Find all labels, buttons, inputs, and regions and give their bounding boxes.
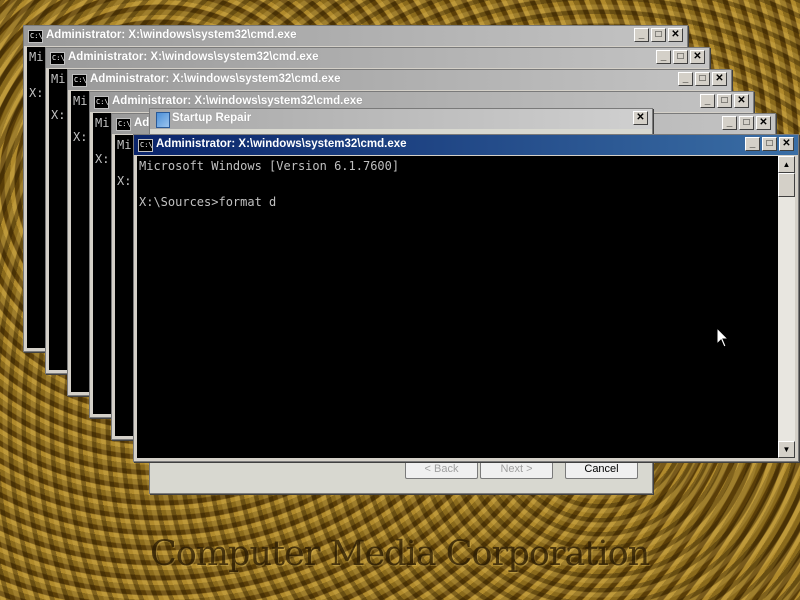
close-button[interactable]: ✕ — [734, 94, 749, 108]
cmd-icon: C:\ — [94, 96, 109, 109]
scroll-down-button[interactable]: ▼ — [778, 441, 795, 458]
title-bar[interactable]: C:\ Administrator: X:\windows\system32\c… — [68, 70, 731, 90]
title-bar[interactable]: C:\ Administrator: X:\windows\system32\c… — [46, 48, 709, 68]
close-button[interactable]: ✕ — [779, 137, 794, 151]
window-title: Startup Repair — [172, 112, 252, 124]
minimize-button[interactable]: _ — [678, 72, 693, 86]
maximize-button[interactable]: □ — [651, 28, 666, 42]
console-line: X: — [73, 130, 88, 144]
cmd-icon: C:\ — [50, 52, 65, 65]
close-button[interactable]: ✕ — [756, 116, 771, 130]
cmd-icon: C:\ — [28, 30, 43, 43]
title-bar[interactable]: Startup Repair ✕ — [150, 109, 652, 129]
close-button[interactable]: ✕ — [712, 72, 727, 86]
close-button[interactable]: ✕ — [668, 28, 683, 42]
minimize-button[interactable]: _ — [634, 28, 649, 42]
title-bar[interactable]: C:\ Administrator: X:\windows\system32\c… — [134, 135, 798, 155]
console-line: Mi — [51, 72, 66, 86]
minimize-button[interactable]: _ — [745, 137, 760, 151]
minimize-button[interactable]: _ — [656, 50, 671, 64]
console-line: Mi — [73, 94, 88, 108]
console-line-command: X:\Sources>format d — [139, 195, 277, 209]
next-button[interactable]: Next > — [480, 460, 553, 479]
close-button[interactable]: ✕ — [690, 50, 705, 64]
window-title: Administrator: X:\windows\system32\cmd.e… — [68, 51, 319, 63]
minimize-button[interactable]: _ — [700, 94, 715, 108]
cmd-icon: C:\ — [116, 118, 131, 131]
active-cmd-window[interactable]: C:\ Administrator: X:\windows\system32\c… — [133, 134, 799, 462]
vertical-scrollbar[interactable]: ▲ ▼ — [778, 156, 795, 458]
window-title: Administrator: X:\windows\system32\cmd.e… — [112, 95, 363, 107]
back-button[interactable]: < Back — [405, 460, 478, 479]
maximize-button[interactable]: □ — [762, 137, 777, 151]
window-title: Administrator: X:\windows\system32\cmd.e… — [90, 73, 341, 85]
window-title: Administrator: X:\windows\system32\cmd.e… — [46, 29, 297, 41]
console-area[interactable]: Microsoft Windows [Version 6.1.7600] X:\… — [137, 156, 795, 458]
desktop-watermark: Computer Media Corporation — [150, 534, 650, 574]
scroll-up-button[interactable]: ▲ — [778, 156, 795, 173]
desktop-background: Computer Media Corporation C:\ Administr… — [0, 0, 800, 600]
console-line: X: — [51, 108, 66, 122]
maximize-button[interactable]: □ — [673, 50, 688, 64]
console-line: Mi — [95, 116, 110, 130]
close-button[interactable]: ✕ — [633, 111, 648, 125]
maximize-button[interactable]: □ — [739, 116, 754, 130]
minimize-button[interactable]: _ — [722, 116, 737, 130]
title-bar[interactable]: C:\ Administrator: X:\windows\system32\c… — [24, 26, 687, 46]
console-line-version: Microsoft Windows [Version 6.1.7600] — [139, 159, 400, 173]
window-title: Administrator: X:\windows\system32\cmd.e… — [156, 138, 407, 150]
mouse-cursor-icon — [716, 327, 730, 348]
cmd-icon: C:\ — [138, 139, 153, 152]
console-line: X: — [117, 174, 132, 188]
console-line: Mi — [29, 50, 44, 64]
repair-icon — [156, 112, 170, 128]
console-line: X: — [95, 152, 110, 166]
console-line: X: — [29, 86, 44, 100]
scroll-thumb[interactable] — [778, 173, 795, 197]
window-title: Ad — [134, 117, 150, 129]
maximize-button[interactable]: □ — [695, 72, 710, 86]
cancel-button[interactable]: Cancel — [565, 460, 638, 479]
maximize-button[interactable]: □ — [717, 94, 732, 108]
cmd-icon: C:\ — [72, 74, 87, 87]
console-line: Mi — [117, 138, 132, 152]
